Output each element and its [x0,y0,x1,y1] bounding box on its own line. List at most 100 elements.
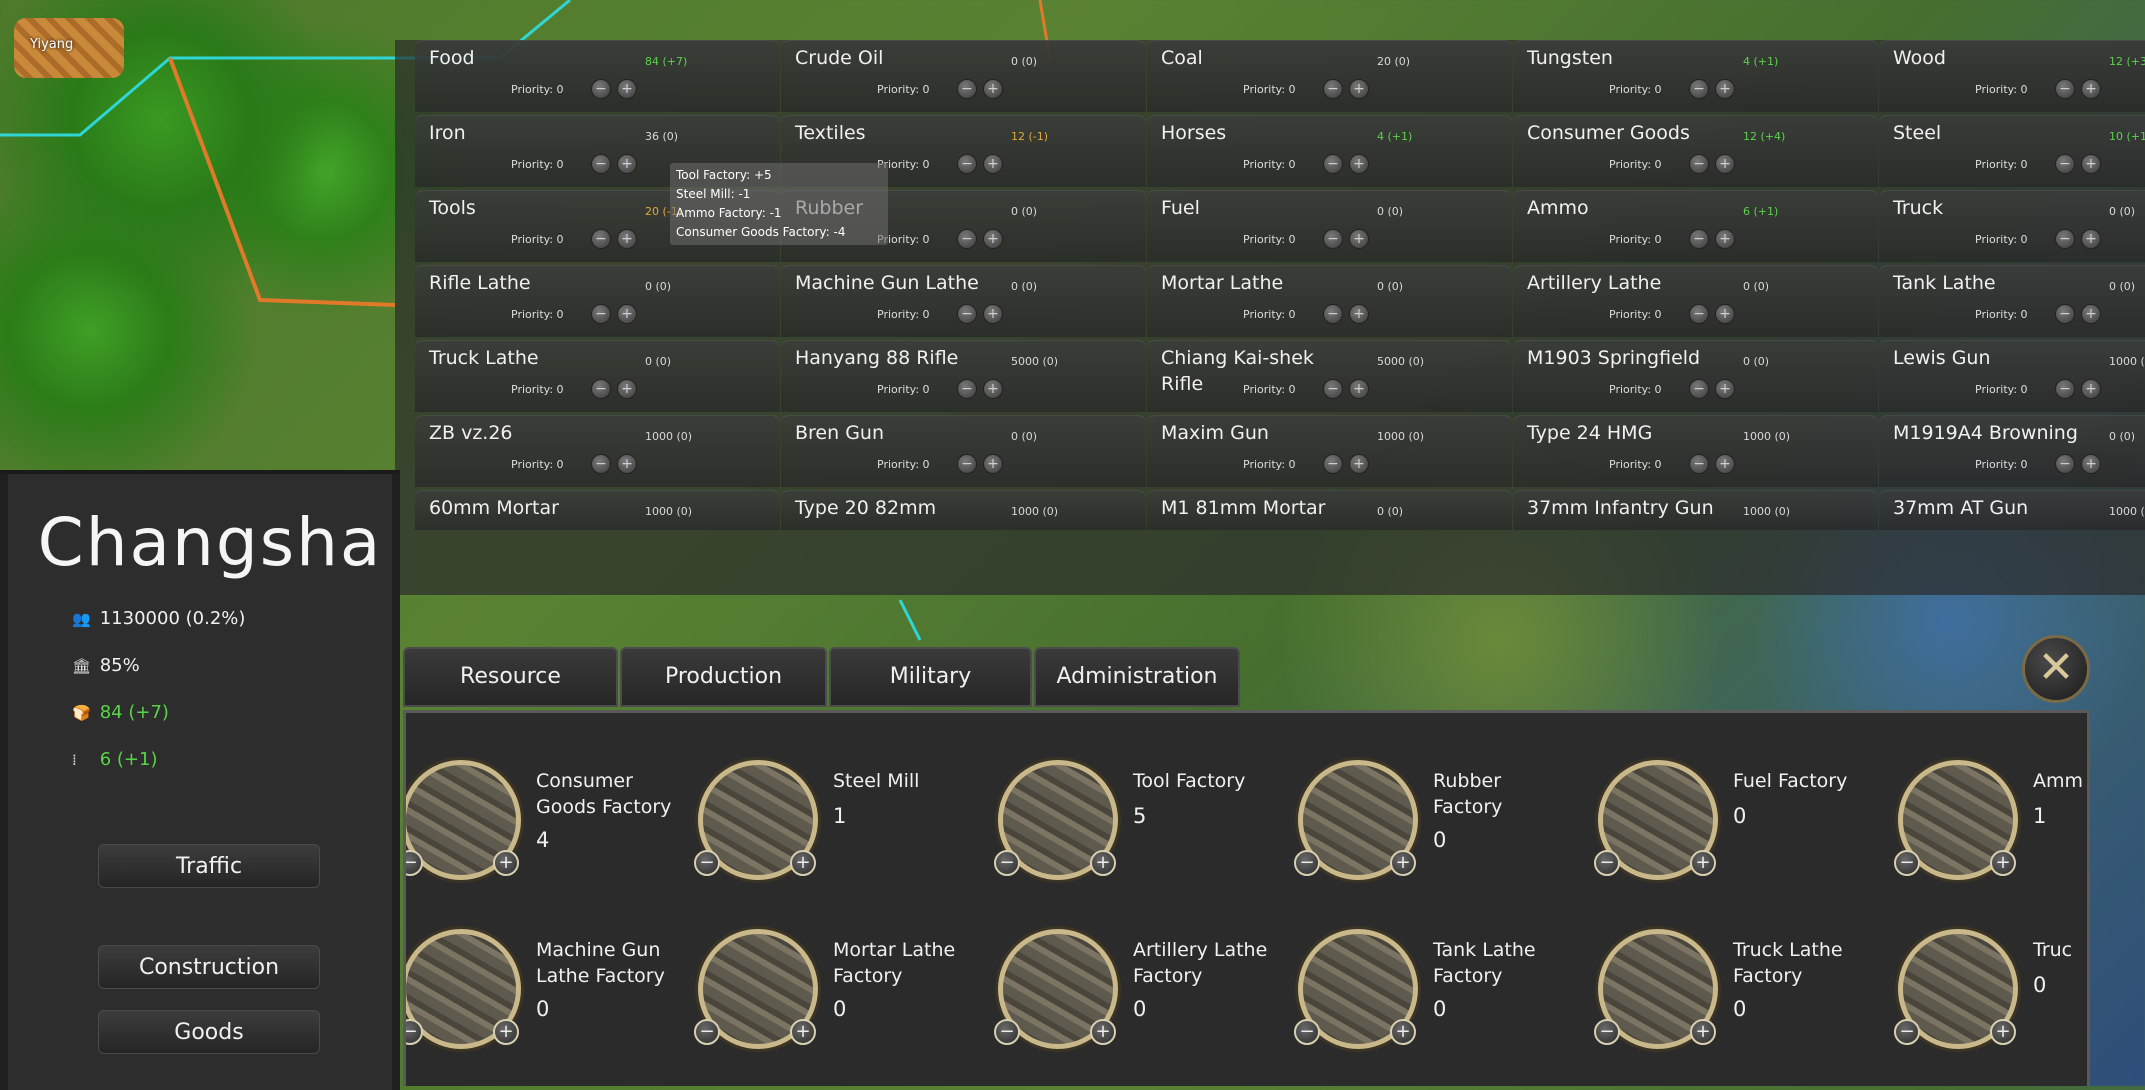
priority-decrease-button[interactable]: − [957,454,977,474]
building-increase-button[interactable]: + [1990,1019,2016,1045]
priority-increase-button[interactable]: + [2081,229,2101,249]
priority-increase-button[interactable]: + [983,379,1003,399]
priority-increase-button[interactable]: + [2081,79,2101,99]
priority-increase-button[interactable]: + [1715,379,1735,399]
building-decrease-button[interactable]: − [1294,1019,1320,1045]
priority-increase-button[interactable]: + [983,154,1003,174]
priority-decrease-button[interactable]: − [1689,379,1709,399]
priority-increase-button[interactable]: + [1349,304,1369,324]
tab-production[interactable]: Production [620,647,827,707]
priority-decrease-button[interactable]: − [1689,454,1709,474]
priority-decrease-button[interactable]: − [591,454,611,474]
building-increase-button[interactable]: + [493,1019,519,1045]
resource-card: Type 20 82mm 1000 (0) [781,490,1146,530]
priority-increase-button[interactable]: + [1715,229,1735,249]
resource-priority: Priority: 0 [1243,83,1296,96]
priority-increase-button[interactable]: + [617,229,637,249]
priority-increase-button[interactable]: + [1349,79,1369,99]
building-card: − + Consumer Goods Factory 4 [406,760,701,910]
priority-decrease-button[interactable]: − [2055,229,2075,249]
building-decrease-button[interactable]: − [406,1019,423,1045]
priority-increase-button[interactable]: + [1715,154,1735,174]
priority-decrease-button[interactable]: − [957,304,977,324]
tab-resource[interactable]: Resource [403,647,618,707]
priority-decrease-button[interactable]: − [1323,154,1343,174]
priority-increase-button[interactable]: + [1349,454,1369,474]
priority-decrease-button[interactable]: − [1689,304,1709,324]
priority-increase-button[interactable]: + [1349,229,1369,249]
priority-increase-button[interactable]: + [983,79,1003,99]
building-decrease-button[interactable]: − [1594,1019,1620,1045]
priority-increase-button[interactable]: + [2081,379,2101,399]
building-increase-button[interactable]: + [790,850,816,876]
building-decrease-button[interactable]: − [1894,850,1920,876]
traffic-button[interactable]: Traffic [98,844,320,888]
priority-decrease-button[interactable]: − [957,379,977,399]
building-increase-button[interactable]: + [1390,1019,1416,1045]
priority-increase-button[interactable]: + [1715,454,1735,474]
building-increase-button[interactable]: + [1690,1019,1716,1045]
priority-decrease-button[interactable]: − [2055,79,2075,99]
resource-amount: 0 (0) [1377,505,1404,518]
building-decrease-button[interactable]: − [1294,850,1320,876]
close-button[interactable]: ✕ [2022,635,2090,703]
priority-increase-button[interactable]: + [2081,304,2101,324]
tab-administration[interactable]: Administration [1034,647,1240,707]
building-decrease-button[interactable]: − [694,1019,720,1045]
priority-increase-button[interactable]: + [617,379,637,399]
building-increase-button[interactable]: + [493,850,519,876]
building-increase-button[interactable]: + [790,1019,816,1045]
goods-button[interactable]: Goods [98,1010,320,1054]
building-increase-button[interactable]: + [1390,850,1416,876]
priority-decrease-button[interactable]: − [1323,229,1343,249]
building-increase-button[interactable]: + [1090,850,1116,876]
priority-increase-button[interactable]: + [983,304,1003,324]
building-decrease-button[interactable]: − [406,850,423,876]
map-city-marker[interactable]: Yiyang [14,18,124,78]
priority-decrease-button[interactable]: − [1689,229,1709,249]
priority-decrease-button[interactable]: − [2055,379,2075,399]
building-increase-button[interactable]: + [1090,1019,1116,1045]
resource-priority: Priority: 0 [1975,83,2028,96]
building-decrease-button[interactable]: − [1894,1019,1920,1045]
priority-decrease-button[interactable]: − [1323,379,1343,399]
tab-military[interactable]: Military [829,647,1032,707]
priority-decrease-button[interactable]: − [957,229,977,249]
priority-decrease-button[interactable]: − [957,154,977,174]
priority-decrease-button[interactable]: − [591,154,611,174]
priority-decrease-button[interactable]: − [2055,154,2075,174]
priority-increase-button[interactable]: + [617,304,637,324]
priority-decrease-button[interactable]: − [591,79,611,99]
priority-decrease-button[interactable]: − [1323,304,1343,324]
construction-button[interactable]: Construction [98,945,320,989]
priority-decrease-button[interactable]: − [591,304,611,324]
priority-decrease-button[interactable]: − [1689,79,1709,99]
building-decrease-button[interactable]: − [694,850,720,876]
priority-increase-button[interactable]: + [2081,454,2101,474]
priority-decrease-button[interactable]: − [1323,79,1343,99]
building-decrease-button[interactable]: − [1594,850,1620,876]
priority-decrease-button[interactable]: − [1323,454,1343,474]
city-name: Changsha [37,504,383,581]
building-decrease-button[interactable]: − [994,850,1020,876]
priority-decrease-button[interactable]: − [591,379,611,399]
priority-decrease-button[interactable]: − [2055,454,2075,474]
priority-increase-button[interactable]: + [617,79,637,99]
priority-increase-button[interactable]: + [1349,379,1369,399]
priority-decrease-button[interactable]: − [591,229,611,249]
priority-decrease-button[interactable]: − [957,79,977,99]
priority-increase-button[interactable]: + [1349,154,1369,174]
building-increase-button[interactable]: + [1690,850,1716,876]
priority-increase-button[interactable]: + [2081,154,2101,174]
priority-increase-button[interactable]: + [1715,79,1735,99]
priority-decrease-button[interactable]: − [1689,154,1709,174]
priority-increase-button[interactable]: + [617,454,637,474]
resource-name: Maxim Gun [1161,422,1269,444]
building-decrease-button[interactable]: − [994,1019,1020,1045]
priority-increase-button[interactable]: + [983,454,1003,474]
building-increase-button[interactable]: + [1990,850,2016,876]
priority-increase-button[interactable]: + [1715,304,1735,324]
priority-increase-button[interactable]: + [983,229,1003,249]
priority-decrease-button[interactable]: − [2055,304,2075,324]
priority-increase-button[interactable]: + [617,154,637,174]
